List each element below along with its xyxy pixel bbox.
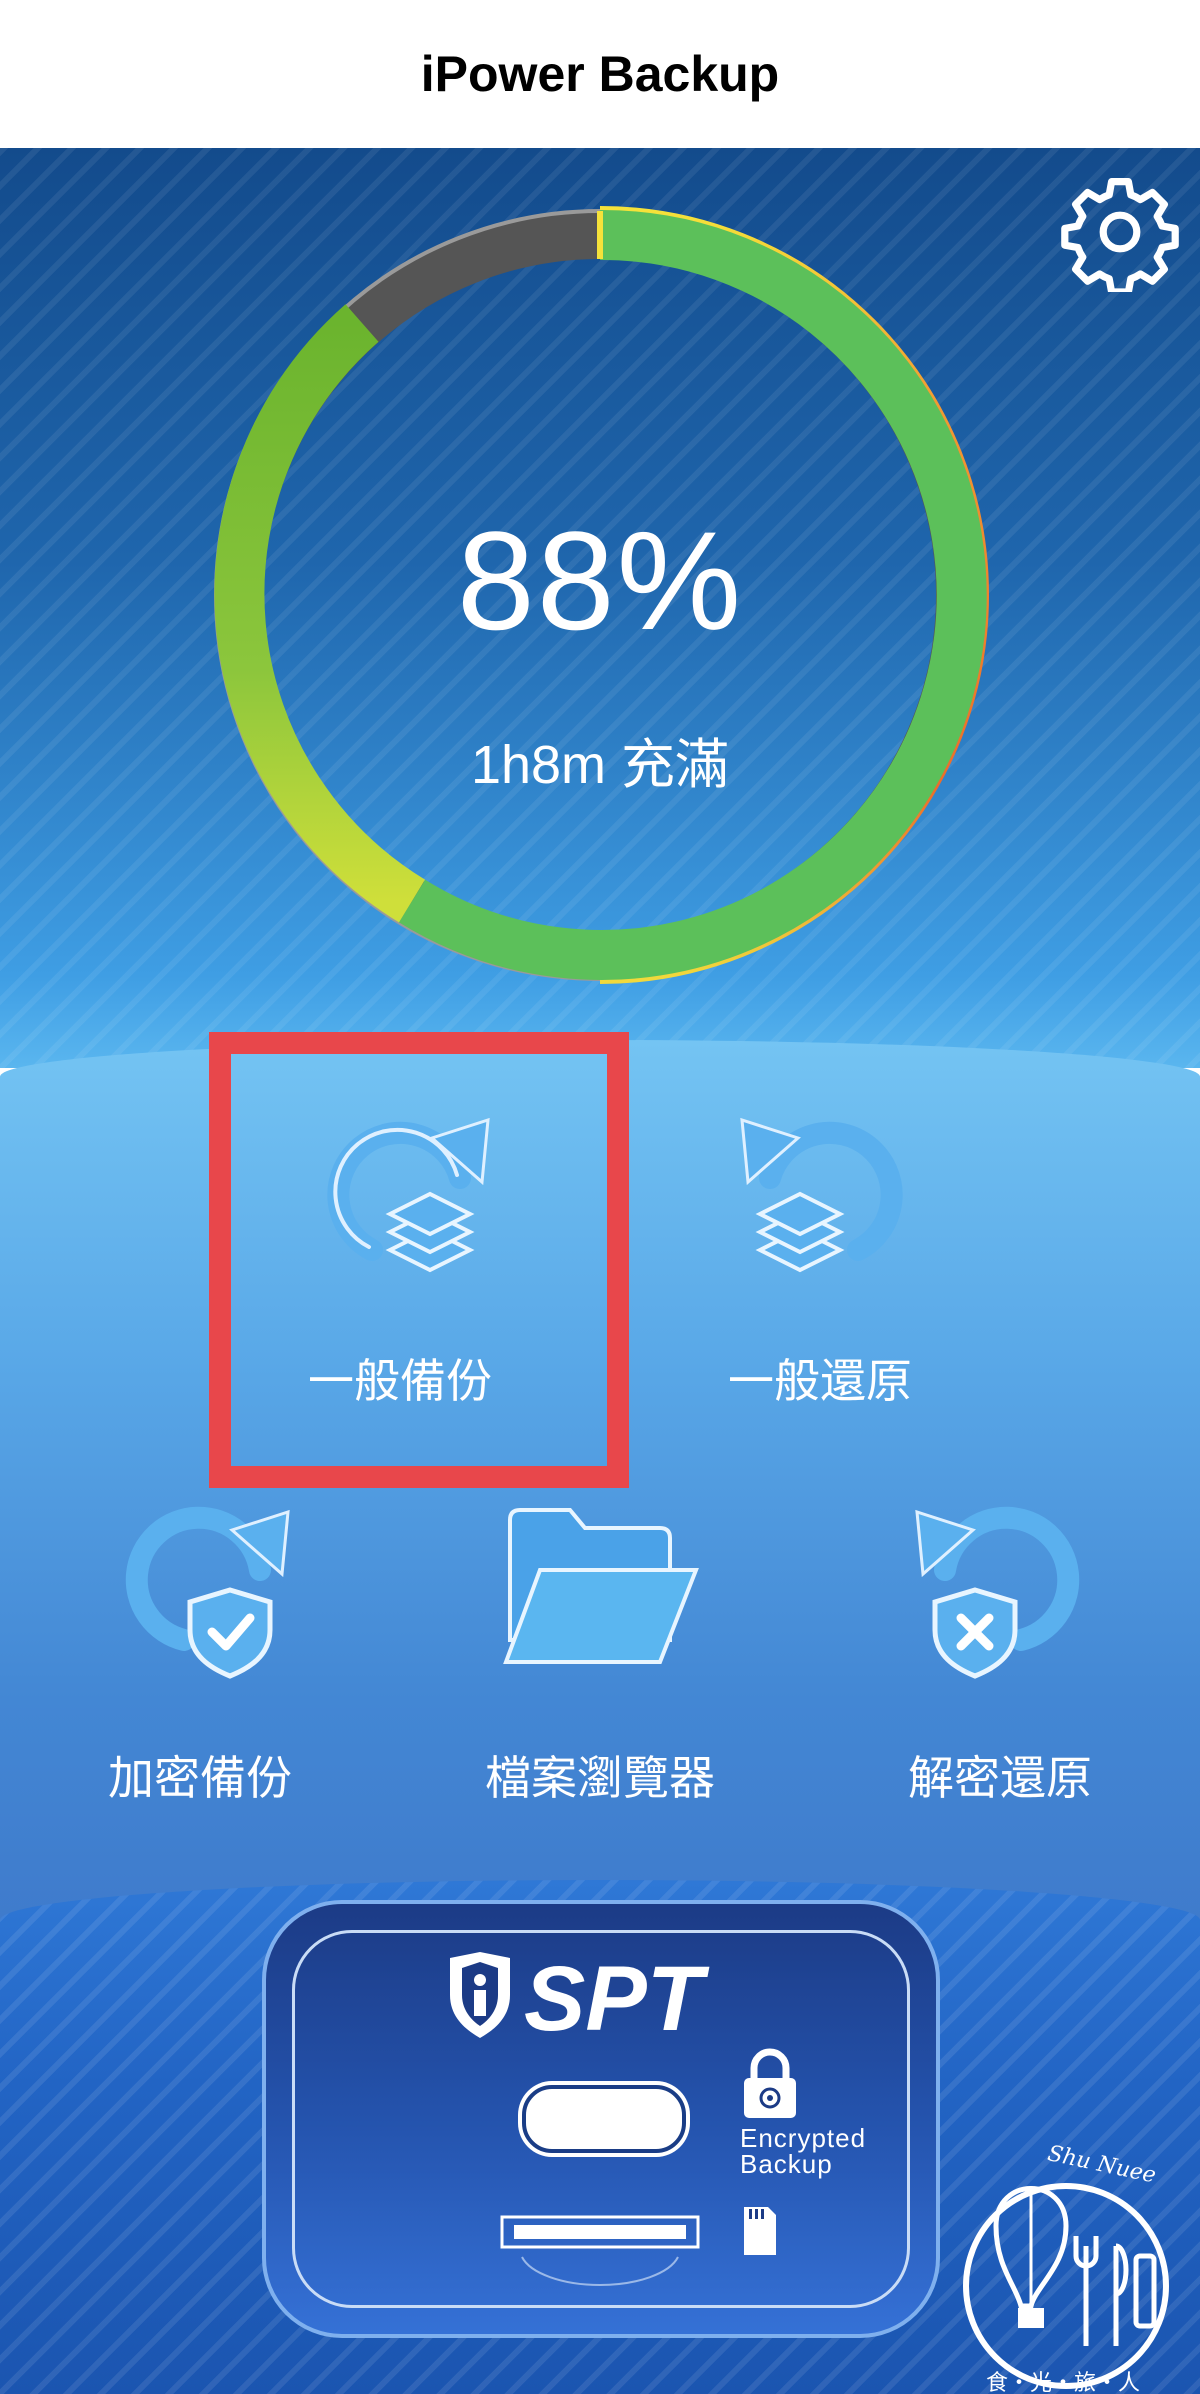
- slot-arc: [521, 2256, 679, 2286]
- file-browser-label: 檔案瀏覽器: [485, 1751, 715, 1805]
- spt-logo: SPT: [450, 1950, 710, 2040]
- watermark-bottom-text: 食・光・旅・人: [986, 2371, 1140, 2394]
- caption-line-1: Encrypted: [740, 2123, 867, 2153]
- app-header: iPower Backup: [0, 0, 1200, 148]
- folder-icon: [503, 1508, 699, 1664]
- caption-line-2: Backup: [740, 2149, 833, 2179]
- battery-percent: 88%: [456, 502, 744, 659]
- encrypted-backup-caption: Encrypted Backup: [740, 2125, 866, 2177]
- lock-icon: [744, 2048, 796, 2118]
- normal-restore-label: 一般還原: [728, 1354, 912, 1408]
- watermark-top-text: Shu Nuee: [1045, 2141, 1158, 2188]
- restore-layers-icon: [740, 1117, 903, 1273]
- normal-restore-button[interactable]: 一般還原: [650, 1080, 990, 1420]
- file-browser-button[interactable]: 檔案瀏覽器: [440, 1480, 760, 1810]
- sd-card-icon: [744, 2207, 776, 2255]
- encrypted-backup-icon: [125, 1506, 290, 1679]
- decrypt-restore-icon: [915, 1506, 1080, 1679]
- watermark-logo: Shu Nuee 食・光・旅・人: [963, 2141, 1169, 2394]
- charge-time-remaining: 1h8m 充滿: [470, 735, 730, 795]
- decrypt-restore-label: 解密還原: [908, 1751, 1092, 1805]
- brand-text: SPT: [524, 1950, 710, 2040]
- decrypt-restore-button[interactable]: 解密還原: [860, 1480, 1140, 1810]
- encrypted-backup-button[interactable]: 加密備份: [60, 1480, 340, 1810]
- gear-icon[interactable]: [1060, 172, 1180, 292]
- highlight-box: [209, 1032, 629, 1488]
- usb-c-port: [522, 2085, 686, 2153]
- sd-card-slot: [500, 2215, 700, 2249]
- app-title: iPower Backup: [420, 46, 780, 102]
- encrypted-backup-label: 加密備份: [108, 1751, 292, 1805]
